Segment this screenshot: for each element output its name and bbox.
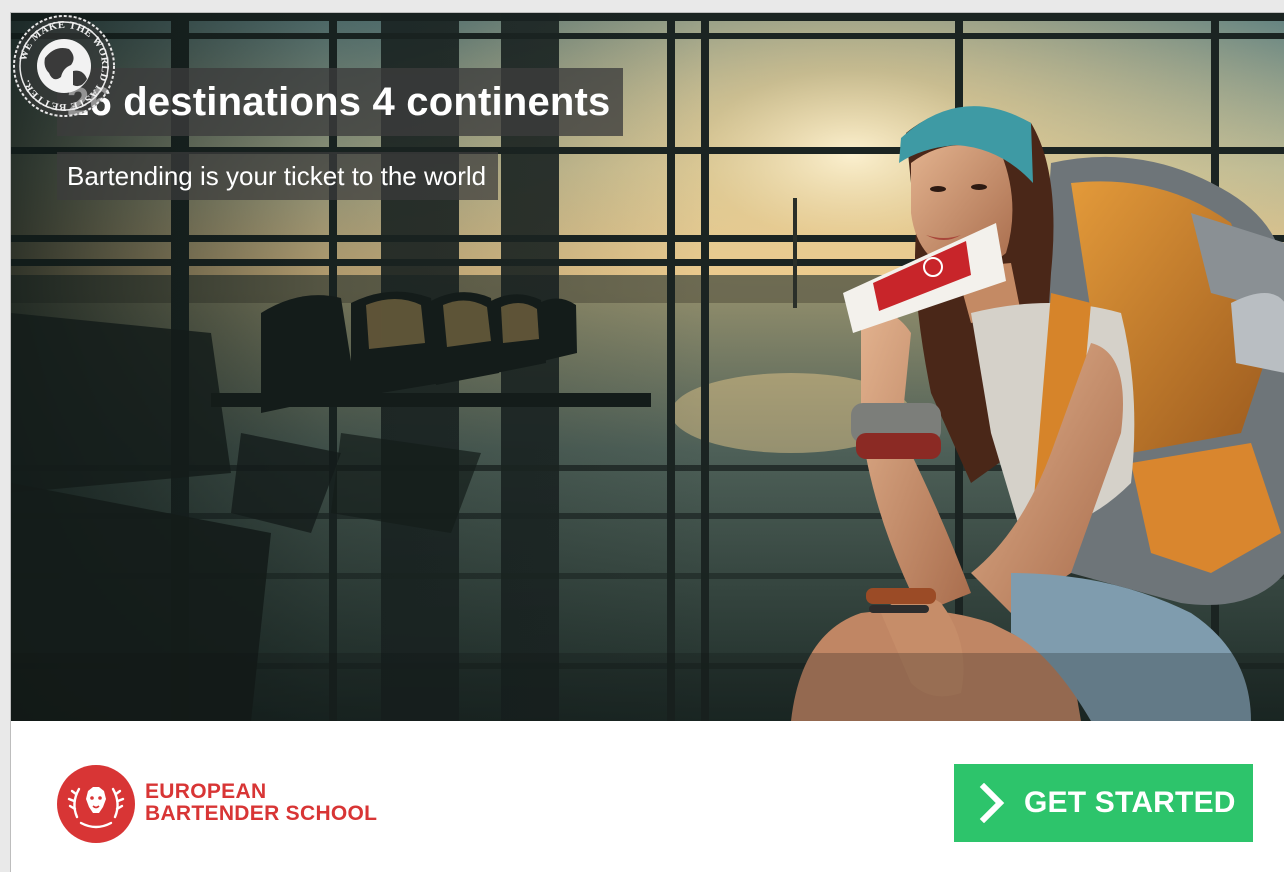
banner-ad[interactable]: 26 destinations 4 continents Bartending … <box>10 12 1284 872</box>
hero-photo-airport-traveler[interactable]: 26 destinations 4 continents Bartending … <box>11 13 1284 721</box>
brand-name[interactable]: EUROPEAN BARTENDER SCHOOL <box>145 781 377 825</box>
globe-seal-icon: WE MAKE THE WORLD TASTE BETTER. <box>13 15 115 117</box>
get-started-label: GET STARTED <box>1024 786 1236 819</box>
brand-line-1: EUROPEAN <box>145 780 267 803</box>
headline: 26 destinations 4 continents <box>57 68 623 136</box>
chevron-right-icon <box>979 783 1005 823</box>
subheadline: Bartending is your ticket to the world <box>57 152 499 200</box>
brand-line-2: BARTENDER SCHOOL <box>145 802 378 825</box>
get-started-button[interactable]: GET STARTED <box>954 764 1253 842</box>
lion-laurel-logo-icon[interactable] <box>57 765 135 843</box>
ad-footer: EUROPEAN BARTENDER SCHOOL GET STARTED <box>11 721 1284 872</box>
